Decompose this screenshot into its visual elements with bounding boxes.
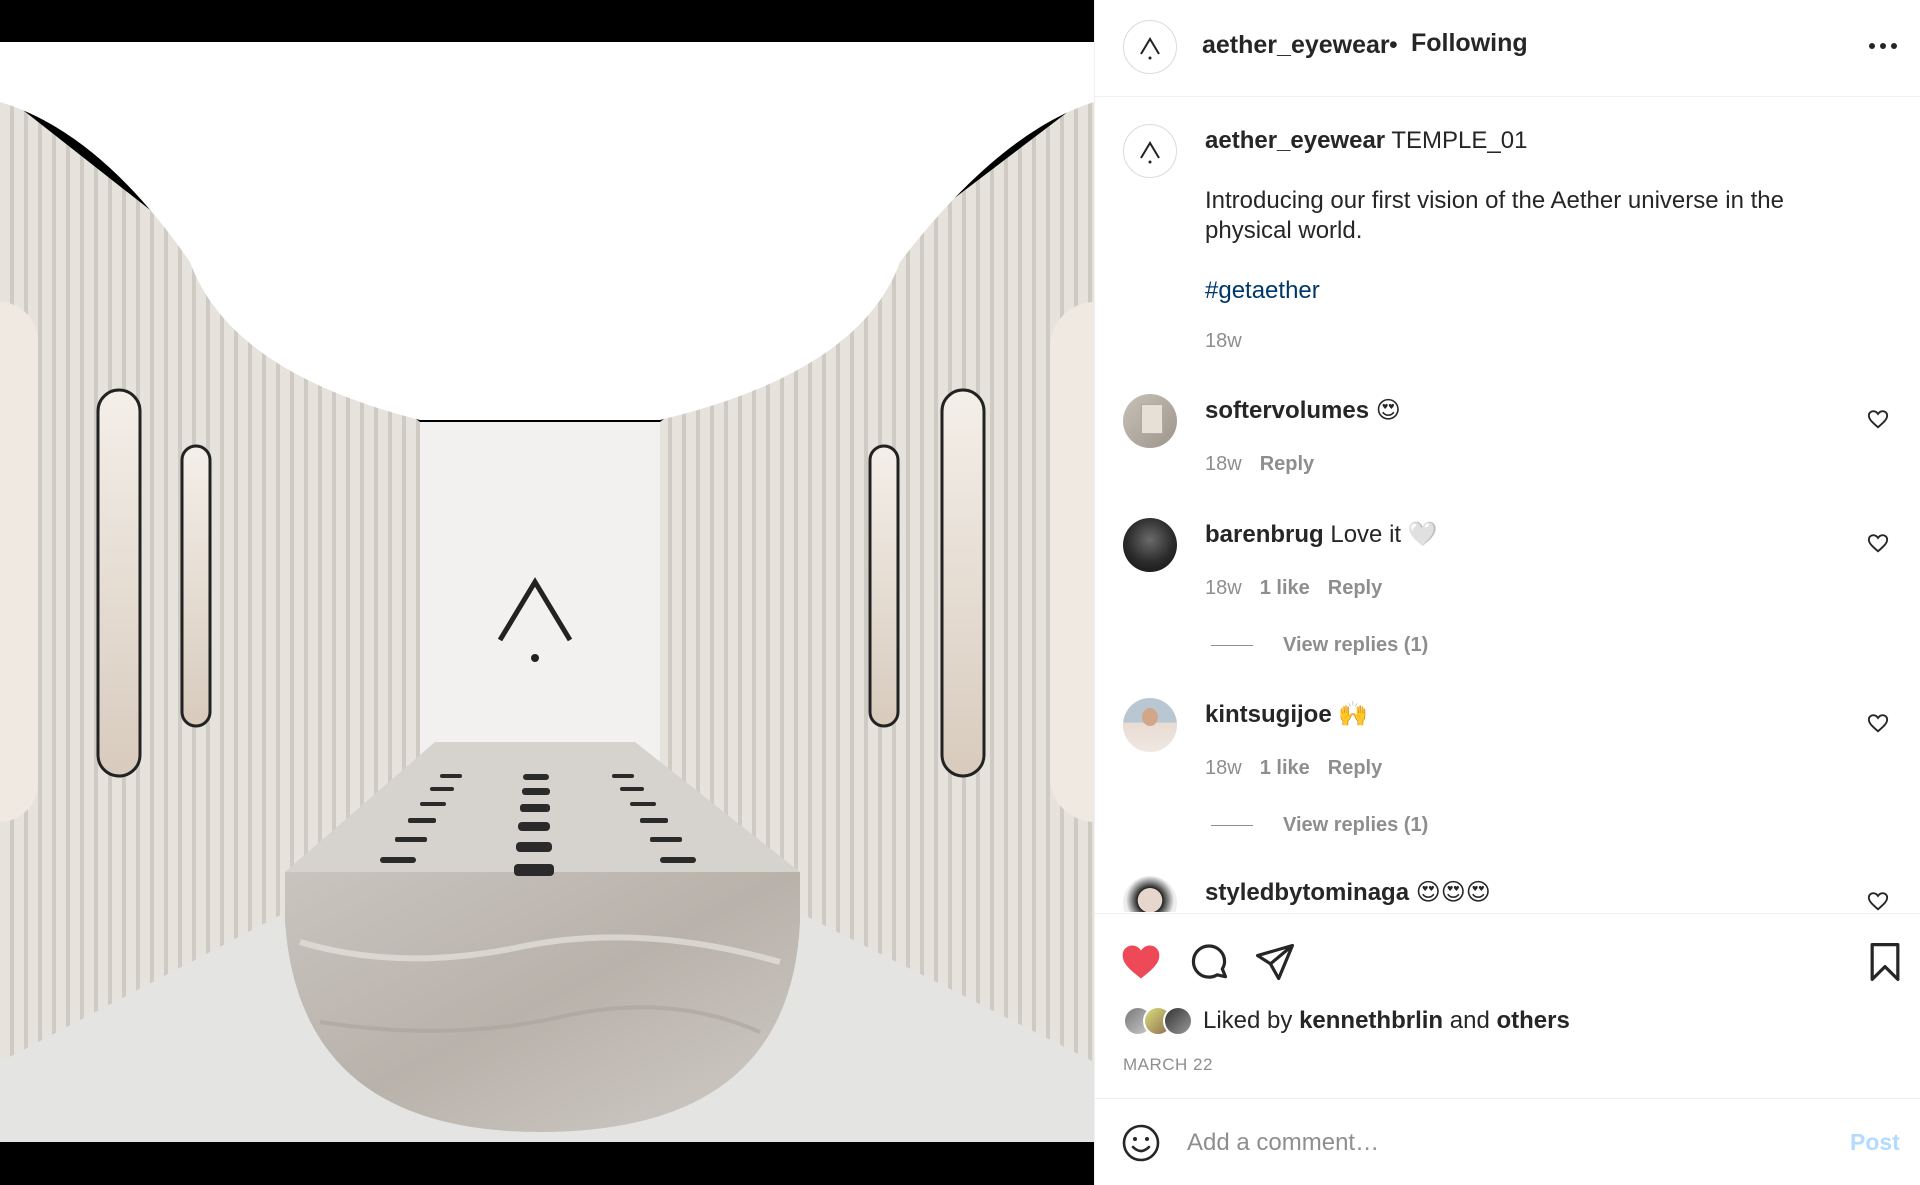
comment-username[interactable]: barenbrug [1205, 521, 1324, 548]
replies-line [1211, 825, 1253, 826]
more-dots-icon [1869, 43, 1875, 49]
comment-line: kintsugijoe 🙌 [1205, 700, 1368, 730]
profile-avatar[interactable] [1123, 20, 1177, 74]
reply-button[interactable]: Reply [1328, 577, 1382, 599]
liked-by-user[interactable]: kennethbrlin [1299, 1007, 1443, 1034]
reply-button[interactable]: Reply [1328, 757, 1382, 779]
heart-icon-filled[interactable] [1119, 940, 1163, 984]
comment-like-count[interactable]: 1 like [1260, 757, 1310, 779]
comment-meta: 18w 1 like Reply [1205, 757, 1382, 780]
header-separator: • [1389, 31, 1398, 59]
view-replies-label: View replies (1) [1283, 814, 1429, 836]
post-actions: Liked by kennethbrlin and others MARCH 2… [1095, 913, 1920, 1098]
smiley-icon[interactable] [1121, 1123, 1161, 1163]
comment-meta: 18w 1 like Reply [1205, 577, 1382, 600]
comment-icon[interactable] [1187, 940, 1231, 984]
comments-scroll-area[interactable]: aether_eyewear TEMPLE_01 Introducing our… [1095, 98, 1920, 912]
comment-text: 😍😍😍 [1415, 879, 1491, 906]
caption-avatar[interactable] [1123, 124, 1177, 178]
comment-text: 😍 [1375, 397, 1401, 424]
caption-body: Introducing our first vision of the Aeth… [1205, 187, 1784, 244]
post-comment-button[interactable]: Post [1850, 1129, 1900, 1156]
comment-line: softervolumes 😍 [1205, 396, 1401, 426]
post-header: aether_eyewear • Following [1095, 0, 1920, 97]
comment-username[interactable]: kintsugijoe [1205, 701, 1332, 728]
liked-by-prefix: Liked by [1203, 1007, 1293, 1034]
comment-username[interactable]: softervolumes [1205, 397, 1369, 424]
comment-time: 18w [1205, 453, 1242, 475]
post-side-panel: aether_eyewear • Following aether_eyewea… [1094, 0, 1920, 1185]
replies-line [1211, 645, 1253, 646]
caption-title: TEMPLE_01 [1391, 127, 1528, 154]
comment-avatar[interactable] [1123, 394, 1177, 448]
post-date: MARCH 22 [1123, 1055, 1213, 1074]
aether-logo-icon [1140, 141, 1160, 164]
comment-like-heart-icon[interactable] [1867, 890, 1889, 912]
comment-like-heart-icon[interactable] [1867, 712, 1889, 734]
paper-plane-icon[interactable] [1253, 940, 1297, 984]
comment-input[interactable] [1187, 1125, 1787, 1161]
comment-text: 🙌 [1338, 701, 1369, 728]
reply-button[interactable]: Reply [1260, 453, 1314, 475]
view-replies-button[interactable]: View replies (1) [1211, 814, 1428, 837]
comment-like-heart-icon[interactable] [1867, 532, 1889, 554]
comment-avatar[interactable] [1123, 518, 1177, 572]
comment-time: 18w [1205, 577, 1242, 599]
comment-time: 18w [1205, 757, 1242, 779]
comment-like-count[interactable]: 1 like [1260, 577, 1310, 599]
caption-time: 18w [1205, 330, 1242, 352]
likes-summary: Liked by kennethbrlin and others [1123, 1006, 1570, 1036]
more-options-button[interactable] [1865, 28, 1901, 64]
header-username[interactable]: aether_eyewear [1202, 31, 1390, 60]
aether-logo-icon [1140, 37, 1160, 60]
caption-username[interactable]: aether_eyewear [1205, 127, 1385, 154]
caption-hashtag[interactable]: #getaether [1205, 276, 1320, 306]
bookmark-icon[interactable] [1863, 940, 1907, 984]
comment-text: Love it 🤍 [1330, 521, 1438, 548]
comment-line: styledbytominaga 😍😍😍 [1205, 878, 1491, 908]
comment-avatar[interactable] [1123, 876, 1177, 912]
liker-avatar [1163, 1006, 1193, 1036]
avatar-art [1142, 708, 1158, 726]
caption-header: aether_eyewear TEMPLE_01 [1205, 126, 1527, 156]
store-interior-image [0, 42, 1094, 1142]
more-dot [1880, 43, 1886, 49]
liked-by-text: Liked by kennethbrlin and others [1203, 1007, 1570, 1035]
view-replies-button[interactable]: View replies (1) [1211, 634, 1428, 657]
comment-line: barenbrug Love it 🤍 [1205, 520, 1438, 550]
comment-avatar[interactable] [1123, 698, 1177, 752]
liked-by-joiner: and [1449, 1007, 1490, 1034]
comment-like-heart-icon[interactable] [1867, 408, 1889, 430]
following-button[interactable]: Following [1411, 29, 1528, 58]
post-image[interactable] [0, 0, 1094, 1185]
add-comment-bar: Post [1095, 1098, 1920, 1185]
view-replies-label: View replies (1) [1283, 634, 1429, 656]
comment-meta: 18w Reply [1205, 453, 1314, 476]
comment-username[interactable]: styledbytominaga [1205, 879, 1409, 906]
avatar-art [1141, 404, 1163, 434]
liked-by-others[interactable]: others [1496, 1007, 1569, 1034]
more-dot [1891, 43, 1897, 49]
